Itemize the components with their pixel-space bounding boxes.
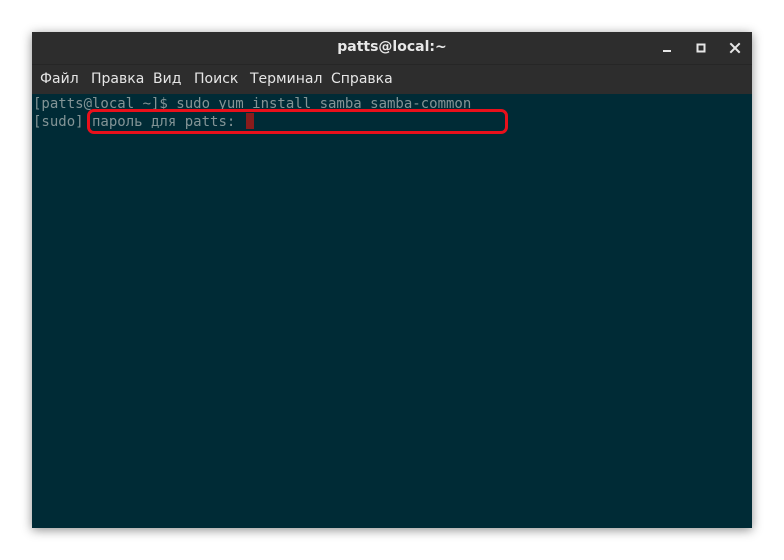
terminal-window: patts@local:~ Файл Правка Вид Поиск Терм… [32,32,752,528]
menu-view[interactable]: Вид [153,65,181,94]
maximize-button[interactable] [690,37,712,59]
menu-help[interactable]: Справка [331,65,393,94]
terminal-line: [sudo] пароль для patts: [33,113,254,131]
menu-search[interactable]: Поиск [194,65,238,94]
menu-file[interactable]: Файл [40,65,79,94]
text-cursor [245,113,254,129]
password-prompt: пароль для patts: [83,114,244,130]
minimize-button[interactable] [656,37,678,59]
terminal-line: [patts@local ~]$ sudo yum install samba … [33,95,471,113]
menu-terminal[interactable]: Терминал [250,65,322,94]
command-text: sudo yum install samba samba-common [167,96,472,112]
maximize-icon [696,43,706,53]
close-button[interactable] [724,37,746,59]
title-bar[interactable]: patts@local:~ [32,32,752,64]
close-icon [729,42,741,54]
menu-bar: Файл Правка Вид Поиск Терминал Справка [32,64,752,94]
shell-prompt: [patts@local ~]$ [33,96,168,112]
minimize-icon [663,50,671,52]
sudo-prefix: [sudo] [33,114,84,130]
terminal-output[interactable]: [patts@local ~]$ sudo yum install samba … [32,94,752,528]
menu-edit[interactable]: Правка [91,65,144,94]
window-title: patts@local:~ [337,39,447,55]
